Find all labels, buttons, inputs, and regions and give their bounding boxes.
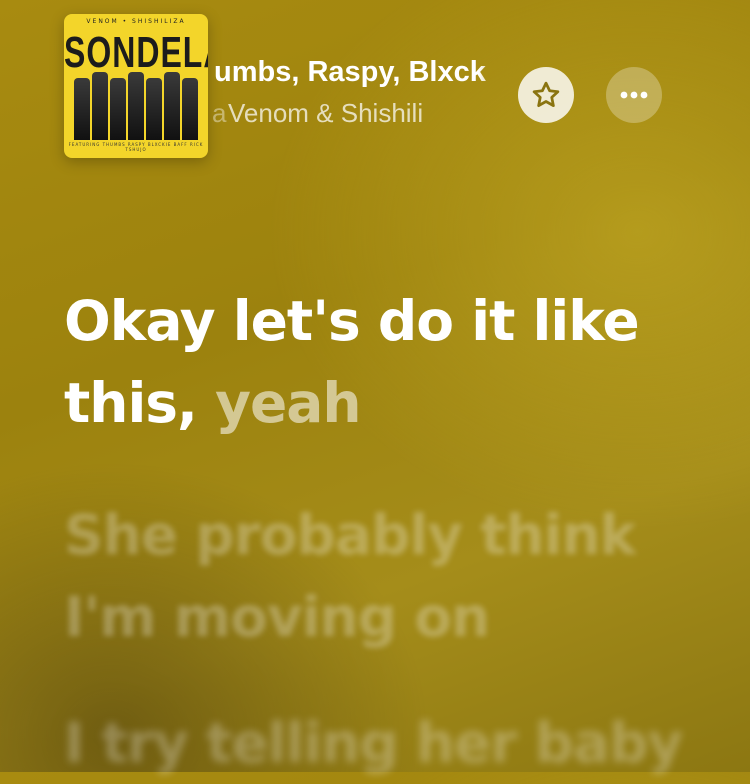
favorite-button[interactable]: [518, 67, 574, 123]
album-artwork[interactable]: VENOM • SHISHILIZA SONDELA FEATURING THU…: [64, 14, 208, 158]
track-title[interactable]: umbs, Raspy, Blxck: [214, 56, 514, 89]
next-lyric-line[interactable]: She probably think I'm moving on: [64, 494, 704, 658]
artwork-featuring: FEATURING THUMBS RASPY BLXCKIE BAFF RICK…: [68, 142, 204, 152]
star-icon: [532, 81, 560, 107]
ellipsis-icon: [620, 91, 648, 99]
now-playing-header: VENOM • SHISHILIZA SONDELA FEATURING THU…: [0, 0, 750, 170]
artwork-title: SONDELA: [64, 28, 208, 77]
more-options-button[interactable]: [606, 67, 662, 123]
active-lyric-line[interactable]: Okay let's do it like this, yeah: [64, 280, 704, 444]
lyric-unsung-part: yeah: [196, 371, 361, 435]
artist-prefix: a: [212, 98, 227, 128]
artwork-top-text: VENOM • SHISHILIZA: [86, 18, 186, 25]
artwork-figures: [74, 72, 198, 140]
artist-name[interactable]: Venom & Shishili: [228, 98, 510, 129]
